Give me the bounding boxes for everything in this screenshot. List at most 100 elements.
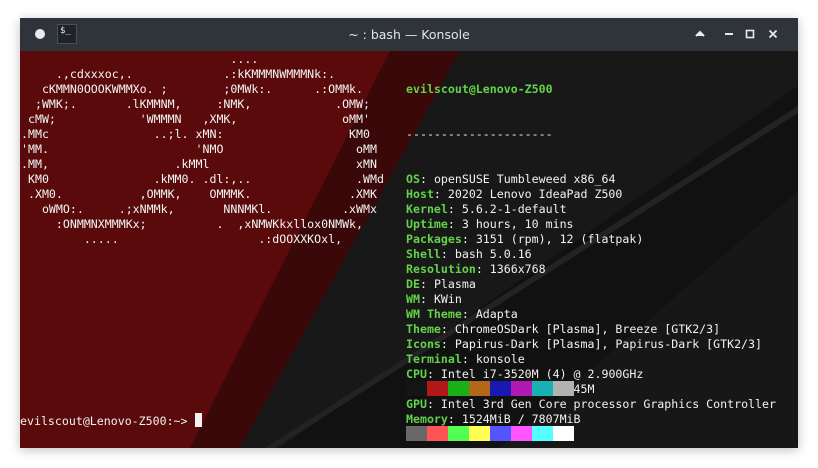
info-field: Shell: bash 5.0.16 [406,247,776,262]
info-key: Packages [406,232,462,246]
ascii-line: .... [21,52,259,66]
palette-bright-swatch [448,426,469,441]
user-host: evilscout@Lenovo-Z500 [406,82,553,96]
info-value: 3 hours, 10 mins [461,217,574,231]
palette-bright-swatch [553,426,574,441]
info-value: KWin [433,292,462,306]
info-field: Kernel: 5.6.2-1-default [406,202,776,217]
info-key: Shell [406,247,441,261]
info-field: WM: KWin [406,292,776,307]
terminal-area[interactable]: .... .,cdxxxoc,. .:kKMMMNWMMMNk:. cKMMN0… [20,51,798,448]
ascii-line: .MM, .kMMl xMN [21,157,377,171]
info-colon: : [440,337,455,351]
window-title: ~ : bash — Konsole [348,27,470,42]
info-colon: : [447,217,462,231]
info-field: Packages: 3151 (rpm), 12 (flatpak) [406,232,776,247]
ascii-line: cKMMN0OOOKWMMXo. ; ;0MWk:. .:OMMk. [21,82,364,96]
separator-line: --------------------- [406,127,553,141]
shell-prompt[interactable]: evilscout@Lenovo-Z500:~> [20,413,202,429]
minimize-icon [725,33,733,35]
ascii-line: oWMO:. .;xNMMk, NNNMKl. .xWMx [21,202,377,216]
info-key: WM [406,292,420,306]
ascii-line: .XM0. ,OMMK, OMMMK. .XMK [21,187,377,201]
palette-normal-swatch [448,381,469,396]
info-value: Adapta [475,307,518,321]
info-value: 20202 Lenovo IdeaPad Z500 [447,187,623,201]
color-palette [406,351,574,441]
palette-bright-swatch [427,426,448,441]
ascii-line: :ONMMNXMMMKx; . ,xNMWKkxllox0NMWk, [21,217,364,231]
info-value: Plasma [433,277,476,291]
info-field: Host: 20202 Lenovo IdeaPad Z500 [406,187,776,202]
info-key: Resolution [406,262,476,276]
info-colon: : [447,202,462,216]
info-key: Host [406,187,434,201]
close-icon [768,29,778,39]
info-colon: : [440,247,455,261]
info-colon: : [419,277,434,291]
close-button[interactable] [765,26,781,42]
ascii-line: ..... .:dOOXXKOxl, [21,232,343,246]
ascii-line: .,cdxxxoc,. .:kKMMMNWMMMNk:. [21,67,336,81]
info-key: OS [406,172,420,186]
info-colon: : [461,232,476,246]
distro-ascii-logo: .... .,cdxxxoc,. .:kKMMMNWMMMNk:. cKMMN0… [21,52,384,247]
info-field: Resolution: 1366x768 [406,262,776,277]
info-key: WM Theme [406,307,462,321]
info-value: openSUSE Tumbleweed x86_64 [433,172,616,186]
maximize-button[interactable] [742,26,758,42]
info-key: Theme [406,322,441,336]
info-field: OS: openSUSE Tumbleweed x86_64 [406,172,776,187]
minimize-button[interactable] [721,26,737,42]
palette-bright-swatch [406,426,427,441]
palette-normal-swatch [406,381,427,396]
palette-normal-swatch [469,381,490,396]
info-field: Icons: Papirus-Dark [Plasma], Papirus-Da… [406,337,776,352]
palette-normal-swatch [511,381,532,396]
info-field: Theme: ChromeOSDark [Plasma], Breeze [GT… [406,322,776,337]
info-field: Uptime: 3 hours, 10 mins [406,217,776,232]
info-value: 1366x768 [489,262,546,276]
text-cursor [194,413,202,427]
maximize-icon [745,29,755,39]
palette-bright-swatch [511,426,532,441]
info-colon: : [475,262,490,276]
ascii-line: .MMc ..;l. xMN: KM0 [21,127,371,141]
palette-bright-swatch [490,426,511,441]
info-key: DE [406,277,420,291]
ascii-line: ;WMK;. .lKMMNM, :NMK, .OMW; [21,97,371,111]
prompt-text: evilscout@Lenovo-Z500:~> [20,414,195,428]
info-key: Uptime [406,217,448,231]
info-value: 5.6.2-1-default [461,202,567,216]
palette-bright-swatch [532,426,553,441]
ascii-line: 'MM. 'NMO oMM [21,142,377,156]
window-menu-icon[interactable] [35,29,45,39]
ascii-line: cMW; 'WMMMN ,XMK, oMM' [21,112,371,126]
title-bar[interactable]: $_ ~ : bash — Konsole [20,18,798,51]
terminal-output: .... .,cdxxxoc,. .:kKMMMNWMMMNk:. cKMMN0… [20,51,798,448]
palette-row-normal [406,381,574,396]
info-value: ChromeOSDark [Plasma], Breeze [GTK2/3] [454,322,721,336]
palette-normal-swatch [427,381,448,396]
keep-above-button[interactable] [692,26,708,42]
palette-normal-swatch [532,381,553,396]
info-colon: : [433,187,448,201]
info-colon: : [440,322,455,336]
info-field: DE: Plasma [406,277,776,292]
terminal-app-icon[interactable]: $_ [57,24,77,44]
info-key: Kernel [406,202,448,216]
info-value: 3151 (rpm), 12 (flatpak) [475,232,644,246]
konsole-window: $_ ~ : bash — Konsole .... .,cdxxxoc,. .… [20,18,798,448]
info-key: Icons [406,337,441,351]
keep-above-icon [695,30,705,37]
info-field: WM Theme: Adapta [406,307,776,322]
palette-row-bright [406,426,574,441]
info-colon: : [461,307,476,321]
info-colon: : [419,292,434,306]
palette-normal-swatch [490,381,511,396]
info-value: Papirus-Dark [Plasma], Papirus-Dark [GTK… [454,337,762,351]
ascii-line: KM0 .kMM0. .dl:,.. .WMd [21,172,384,186]
palette-normal-swatch [553,381,574,396]
palette-bright-swatch [469,426,490,441]
info-colon: : [419,172,434,186]
